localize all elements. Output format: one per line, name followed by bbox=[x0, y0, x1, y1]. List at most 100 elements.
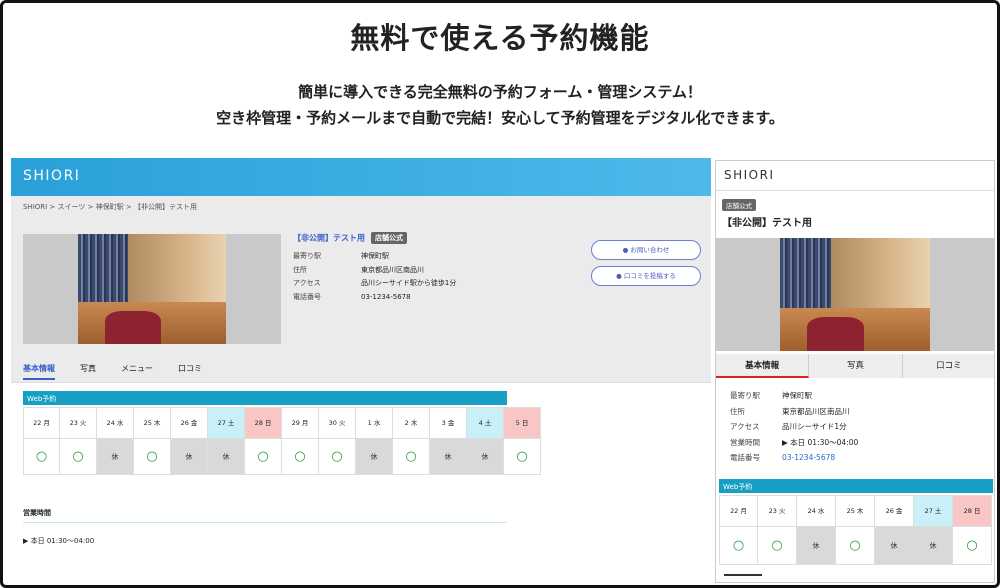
desktop-info-value: 神保町駅 bbox=[361, 252, 389, 260]
desktop-day-label: 30 火 bbox=[328, 419, 346, 427]
desktop-info-value: 品川シーサイド駅から徒歩1分 bbox=[361, 279, 457, 287]
desktop-available-slot[interactable]: ○ bbox=[134, 438, 170, 474]
desktop-day-label: 5 日 bbox=[504, 408, 540, 438]
tab-photos[interactable]: 写真 bbox=[80, 363, 96, 378]
mobile-info-value: 品川シーサイド1分 bbox=[782, 422, 847, 431]
mobile-closed-slot: 休 bbox=[914, 526, 952, 564]
subline-1: 簡単に導入できる完全無料の予約フォーム・管理システム！ bbox=[298, 83, 702, 101]
hours-value[interactable]: ▶ 本日 01:30〜04:00 bbox=[23, 536, 94, 546]
mobile-info-row: 住所 東京都品川区南品川 bbox=[730, 404, 858, 420]
desktop-day-label: 4 土 bbox=[467, 408, 503, 438]
mobile-info-value: 神保町駅 bbox=[782, 391, 812, 400]
desktop-day-column: 22 月 ○ bbox=[23, 407, 60, 475]
desktop-info-value: 東京都品川区南品川 bbox=[361, 265, 424, 274]
desktop-day-column: 28 日 ○ bbox=[245, 407, 282, 475]
contact-button[interactable]: ● お問い合わせ bbox=[591, 240, 701, 260]
desktop-day-label: 2 木 bbox=[404, 419, 418, 427]
desktop-day-column: 5 日 ○ bbox=[504, 407, 541, 475]
mobile-day-label: 26 金 bbox=[885, 507, 903, 515]
desktop-day-column: 24 水休 bbox=[97, 407, 134, 475]
mobile-shop-info: 最寄り駅 神保町駅 住所 東京都品川区南品川アクセス 品川シーサイド1分営業時間 ▶ 本日… bbox=[730, 388, 858, 466]
mobile-official-badge: 店舗公式 bbox=[722, 199, 756, 211]
desktop-closed-slot: 休 bbox=[171, 438, 207, 474]
desktop-day-column: 4 土休 bbox=[467, 407, 504, 475]
desktop-closed-slot: 休 bbox=[467, 438, 503, 474]
desktop-info-row: アクセス 品川シーサイド駅から徒歩1分 bbox=[293, 277, 456, 291]
tab-reviews[interactable]: 口コミ bbox=[178, 363, 202, 378]
desktop-info-row: 電話番号 03-1234-5678 bbox=[293, 291, 456, 305]
desktop-closed-slot: 休 bbox=[430, 438, 466, 474]
mobile-brand-logo[interactable]: SHIORI bbox=[724, 168, 775, 182]
desktop-day-label: 3 金 bbox=[441, 419, 455, 427]
desktop-available-slot[interactable]: ○ bbox=[24, 438, 59, 474]
desktop-day-label: 29 月 bbox=[291, 419, 309, 427]
mobile-available-slot[interactable]: ○ bbox=[758, 526, 796, 564]
mobile-tab-basic-info[interactable]: 基本情報 bbox=[716, 354, 810, 378]
mobile-tab-reviews[interactable]: 口コミ bbox=[903, 354, 994, 378]
mobile-available-slot[interactable]: ○ bbox=[953, 526, 991, 564]
mobile-day-column: 28 日 ○ bbox=[953, 495, 992, 565]
desktop-day-label: 27 土 bbox=[208, 408, 244, 438]
mobile-info-key: 電話番号 bbox=[730, 453, 760, 462]
tab-menu[interactable]: メニュー bbox=[121, 363, 153, 378]
desktop-available-slot[interactable]: ○ bbox=[504, 438, 540, 474]
mobile-info-row: アクセス 品川シーサイド1分 bbox=[730, 419, 858, 435]
mobile-reservation-header: Web予約 bbox=[719, 479, 993, 493]
shop-title: 【非公開】テスト用 店舗公式 bbox=[293, 232, 407, 244]
desktop-available-slot[interactable]: ○ bbox=[60, 438, 96, 474]
mobile-info-value: ▶ 本日 01:30〜04:00 bbox=[782, 437, 859, 447]
desktop-day-label: 22 月 bbox=[33, 419, 50, 427]
desktop-day-column: 29 月 ○ bbox=[282, 407, 319, 475]
mobile-day-column: 23 火 ○ bbox=[758, 495, 797, 565]
mobile-tab-photos[interactable]: 写真 bbox=[809, 354, 903, 378]
mobile-shop-photo bbox=[716, 238, 994, 351]
mobile-info-row: 最寄り駅 神保町駅 bbox=[730, 388, 858, 404]
desktop-day-column: 1 水休 bbox=[356, 407, 393, 475]
desktop-available-slot[interactable]: ○ bbox=[282, 438, 318, 474]
desktop-info-key: 最寄り駅 bbox=[293, 252, 321, 260]
mobile-day-label: 23 火 bbox=[768, 507, 786, 515]
review-label: 口コミを投稿する bbox=[623, 272, 676, 280]
mobile-day-column: 26 金休 bbox=[875, 495, 914, 565]
mobile-day-column: 25 木 ○ bbox=[836, 495, 875, 565]
reservation-header: Web予約 bbox=[23, 391, 507, 405]
tab-divider bbox=[11, 382, 711, 383]
mobile-tabs: 基本情報 写真 口コミ bbox=[716, 354, 994, 378]
desktop-day-column: 26 金休 bbox=[171, 407, 208, 475]
mobile-info-row: 営業時間 ▶ 本日 01:30〜04:00 bbox=[730, 435, 858, 451]
mobile-info-key: 営業時間 bbox=[730, 437, 760, 447]
desktop-info-key: 電話番号 bbox=[293, 292, 321, 301]
desktop-day-column: 30 火 ○ bbox=[319, 407, 356, 475]
mobile-closed-slot: 休 bbox=[797, 526, 835, 564]
tab-basic-info[interactable]: 基本情報 bbox=[23, 363, 55, 380]
mobile-reservation-calendar: 22 月 ○ 23 火 ○ 24 水休 25 木 ○ 26 金休 27 土休 28 日 ○ bbox=[719, 495, 993, 565]
desktop-available-slot[interactable]: ○ bbox=[245, 438, 281, 474]
shop-photo bbox=[23, 234, 281, 344]
mobile-day-column: 24 水休 bbox=[797, 495, 836, 565]
desktop-day-column: 23 火 ○ bbox=[60, 407, 97, 475]
mobile-available-slot[interactable]: ○ bbox=[836, 526, 874, 564]
mobile-day-label: 28 日 bbox=[953, 496, 991, 526]
mobile-info-key: アクセス bbox=[730, 422, 760, 431]
hours-divider bbox=[23, 522, 507, 523]
brand-logo[interactable]: SHIORI bbox=[23, 168, 80, 184]
mobile-info-value[interactable]: 03-1234-5678 bbox=[782, 453, 835, 462]
mobile-available-slot[interactable]: ○ bbox=[720, 526, 757, 564]
mobile-header: SHIORI bbox=[716, 161, 994, 191]
mobile-info-key: 住所 bbox=[730, 406, 745, 416]
desktop-day-label: 23 火 bbox=[69, 419, 87, 427]
desktop-tabs: 基本情報 写真 メニュー 口コミ bbox=[23, 363, 227, 380]
desktop-available-slot[interactable]: ○ bbox=[319, 438, 355, 474]
desktop-header: SHIORI bbox=[11, 158, 711, 196]
breadcrumb[interactable]: SHIORI > スイーツ > 神保町駅 > 【非公開】テスト用 bbox=[23, 202, 197, 212]
desktop-day-column: 3 金休 bbox=[430, 407, 467, 475]
mobile-day-column: 27 土休 bbox=[914, 495, 953, 565]
desktop-info-value[interactable]: 03-1234-5678 bbox=[361, 293, 411, 301]
mobile-info-row: 電話番号 03-1234-5678 bbox=[730, 450, 858, 466]
desktop-day-label: 26 金 bbox=[180, 419, 198, 427]
desktop-available-slot[interactable]: ○ bbox=[393, 438, 429, 474]
desktop-day-column: 27 土休 bbox=[208, 407, 245, 475]
mobile-day-column: 22 月 ○ bbox=[719, 495, 758, 565]
desktop-info-row: 最寄り駅 神保町駅 bbox=[293, 250, 456, 264]
review-button[interactable]: ● 口コミを投稿する bbox=[591, 266, 701, 286]
